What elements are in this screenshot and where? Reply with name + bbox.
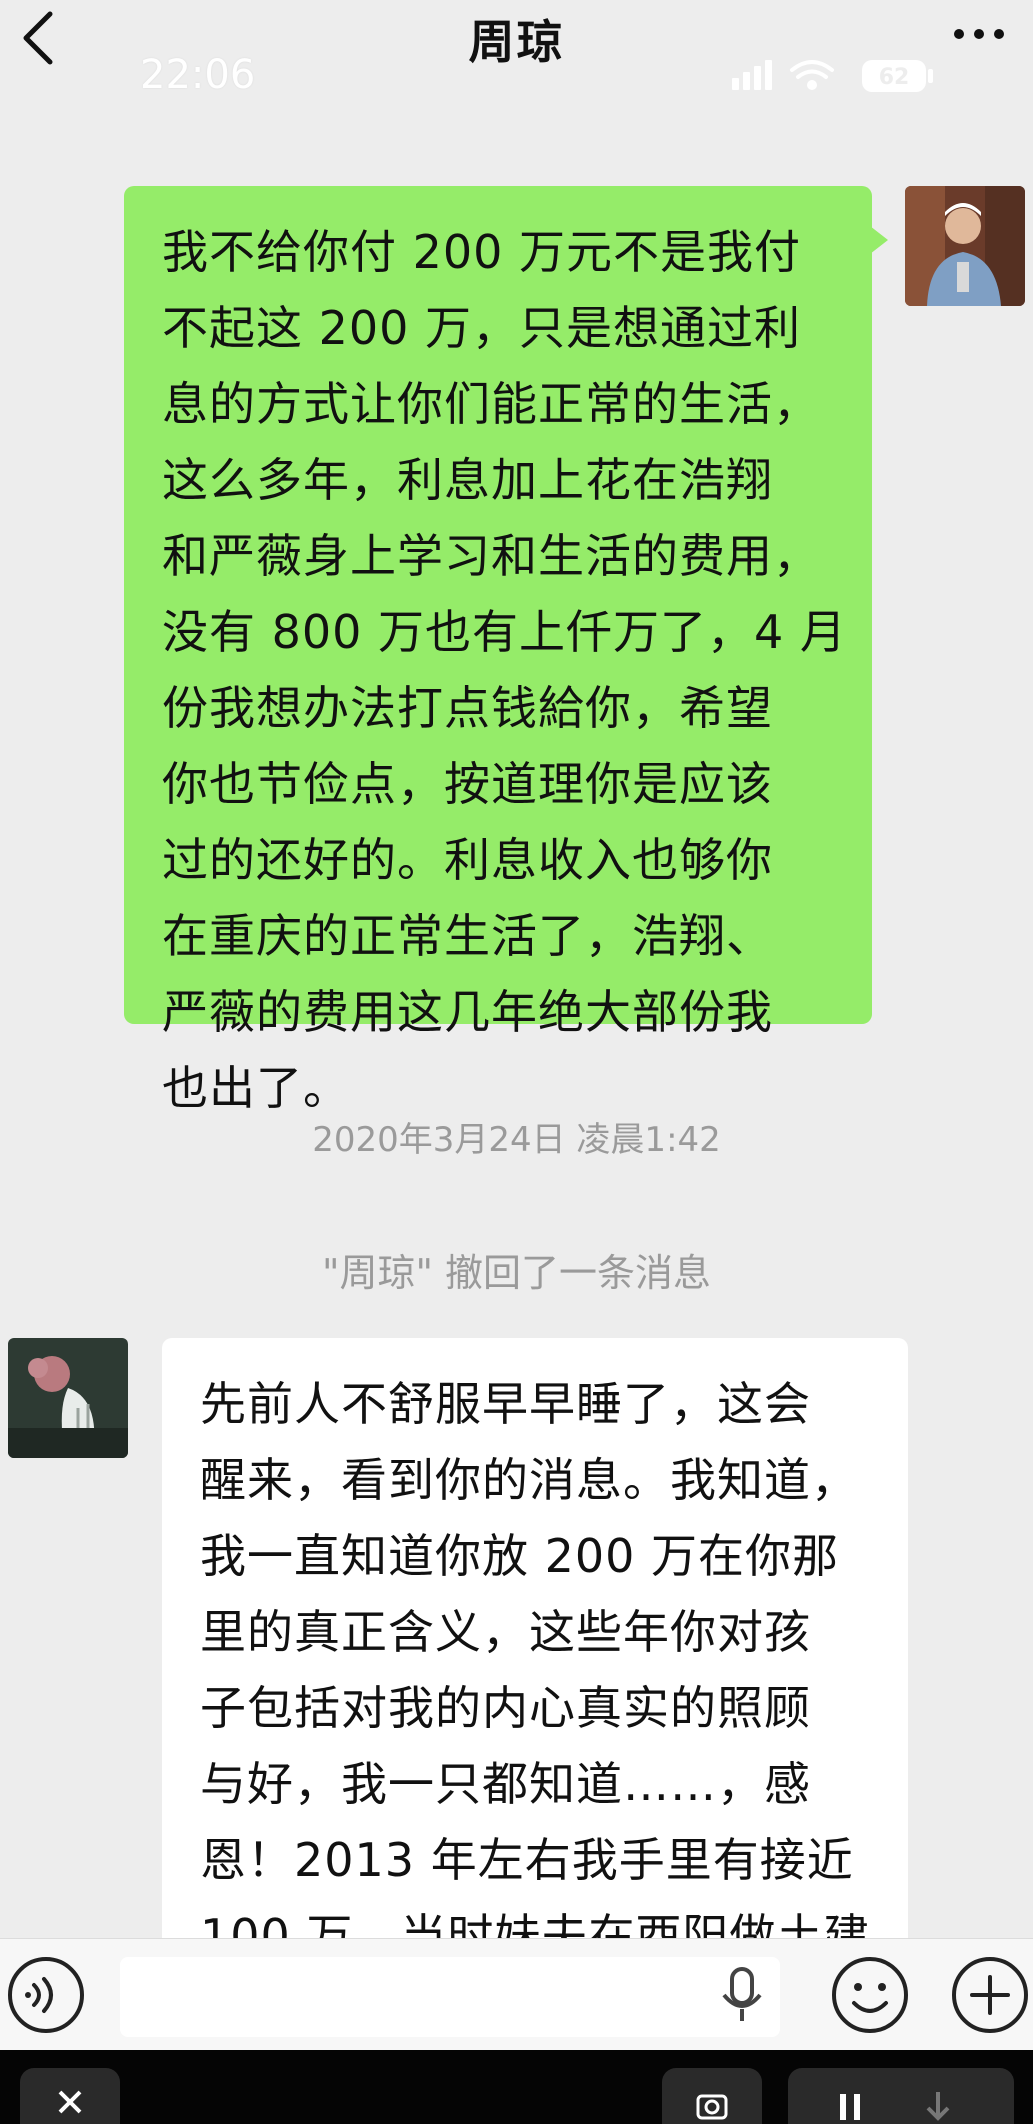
signal-icon <box>732 60 772 90</box>
chat-input-bar <box>0 1938 1033 2050</box>
close-button[interactable] <box>20 2068 120 2124</box>
more-dots-icon[interactable] <box>949 14 1009 54</box>
top-bar: 周琼 22:06 62 <box>0 0 1033 100</box>
message-input[interactable] <box>120 1957 780 2037</box>
recall-notice: "周琼" 撤回了一条消息 <box>321 1251 712 1295</box>
message-timestamp: 2020年3月24日 凌晨1:42 <box>312 1120 721 1160</box>
svg-text:62: 62 <box>879 65 910 90</box>
media-controls[interactable] <box>788 2068 1014 2124</box>
microphone-icon[interactable] <box>720 1965 764 2025</box>
plus-icon[interactable] <box>948 1953 1032 2037</box>
bottom-overlay-strip <box>0 2050 1033 2124</box>
camera-icon <box>696 2094 728 2120</box>
sent-message-bubble[interactable]: 我不给你付 200 万元不是我付 不起这 200 万，只是想通过利 息的方式让你… <box>124 186 888 1115</box>
close-icon <box>58 2090 82 2114</box>
wifi-icon <box>790 60 834 90</box>
received-message-bubble[interactable]: 先前人不舒服早早睡了，这会 醒来，看到你的消息。我知道， 我一直知道你放 200… <box>162 1338 908 1958</box>
pause-download-icon <box>840 2092 950 2121</box>
screenshot-button[interactable] <box>662 2068 762 2124</box>
status-time: 22:06 <box>140 52 256 98</box>
contact-avatar[interactable] <box>8 1338 128 1458</box>
voice-icon[interactable] <box>4 1953 88 2037</box>
status-icons: 62 <box>732 60 933 92</box>
emoji-icon[interactable] <box>828 1953 912 2037</box>
my-avatar[interactable] <box>905 186 1025 306</box>
battery-icon: 62 <box>862 60 933 92</box>
